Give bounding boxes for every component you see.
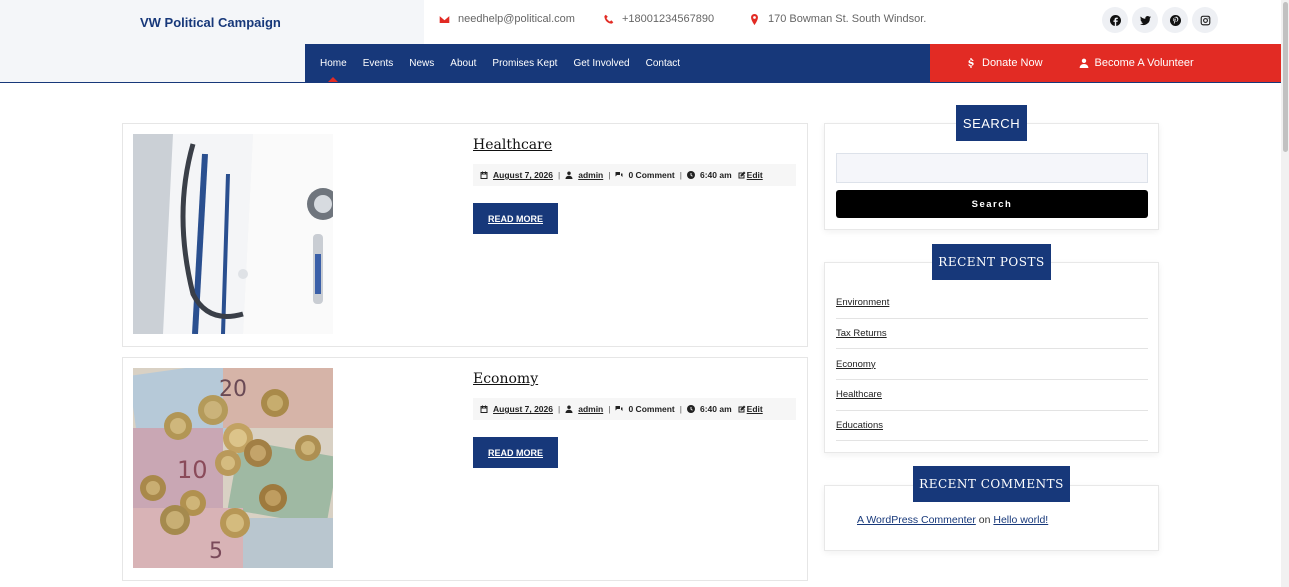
post-date[interactable]: August 7, 2026 xyxy=(493,404,553,414)
site-brand[interactable]: VW Political Campaign xyxy=(140,15,281,30)
nav-item-contact[interactable]: Contact xyxy=(638,44,688,82)
topbar-phone[interactable]: +18001234567890 xyxy=(603,13,714,25)
recent-comment: A WordPress Commenter on Hello world! xyxy=(857,514,1048,526)
post-time: 6:40 am xyxy=(699,404,732,414)
volunteer-label: Become A Volunteer xyxy=(1094,57,1194,69)
recent-comments-title: RECENT COMMENTS xyxy=(913,466,1070,502)
user-icon xyxy=(565,405,573,413)
list-item: Educations xyxy=(836,411,1148,442)
email-text: needhelp@political.com xyxy=(458,13,575,25)
nav-item-news[interactable]: News xyxy=(401,44,442,82)
post-meta: August 7, 2026 | admin | 0 Comment | 6:4… xyxy=(473,398,796,420)
recent-post-link[interactable]: Environment xyxy=(836,297,889,308)
edit-icon xyxy=(738,405,746,413)
twitter-icon[interactable] xyxy=(1132,7,1158,33)
phone-icon xyxy=(604,14,614,24)
address-text: 170 Bowman St. South Windsor. xyxy=(768,13,927,25)
edit-icon xyxy=(738,171,746,179)
svg-text:10: 10 xyxy=(177,456,208,484)
search-input[interactable] xyxy=(836,153,1148,183)
cta-bar: Donate Now Become A Volunteer xyxy=(930,44,1281,82)
list-item: Economy xyxy=(836,349,1148,381)
post-author[interactable]: admin xyxy=(578,170,603,180)
map-marker-icon xyxy=(751,13,758,25)
comments-icon xyxy=(615,406,623,411)
clock-icon xyxy=(686,171,695,179)
meta-separator: | xyxy=(558,170,561,180)
post-comments: 0 Comment xyxy=(628,404,675,414)
nav-item-get-involved[interactable]: Get Involved xyxy=(565,44,637,82)
post-title[interactable]: Healthcare xyxy=(473,137,552,153)
recent-post-link[interactable]: Tax Returns xyxy=(836,328,887,339)
comment-on-text: on xyxy=(978,514,991,526)
facebook-icon[interactable] xyxy=(1102,7,1128,33)
nav-item-promises-kept[interactable]: Promises Kept xyxy=(484,44,565,82)
post-edit-link[interactable]: Edit xyxy=(747,404,763,414)
post-title[interactable]: Economy xyxy=(473,371,538,387)
calendar-icon xyxy=(480,171,488,179)
doctor-stethoscope-image[interactable] xyxy=(133,134,333,334)
read-more-button[interactable]: READ MORE xyxy=(473,437,558,468)
recent-post-link[interactable]: Healthcare xyxy=(836,389,882,400)
recent-post-link[interactable]: Economy xyxy=(836,359,876,370)
nav-item-about[interactable]: About xyxy=(442,44,484,82)
scrollbar-thumb[interactable] xyxy=(1283,2,1288,152)
list-item: Tax Returns xyxy=(836,319,1148,350)
header-divider xyxy=(0,82,1281,83)
read-more-button[interactable]: READ MORE xyxy=(473,203,558,234)
phone-text: +18001234567890 xyxy=(622,13,715,25)
comment-author-link[interactable]: A WordPress Commenter xyxy=(857,514,976,526)
svg-text:20: 20 xyxy=(219,377,247,402)
donate-label: Donate Now xyxy=(982,57,1043,69)
post-edit-link[interactable]: Edit xyxy=(747,170,763,180)
post-author[interactable]: admin xyxy=(578,404,603,414)
post-card: Healthcare August 7, 2026 | admin | 0 Co… xyxy=(122,123,808,347)
envelope-icon xyxy=(439,15,450,23)
donate-button[interactable]: Donate Now xyxy=(966,57,1043,69)
volunteer-button[interactable]: Become A Volunteer xyxy=(1079,57,1194,69)
post-date[interactable]: August 7, 2026 xyxy=(493,170,553,180)
calendar-icon xyxy=(480,405,488,413)
recent-post-link[interactable]: Educations xyxy=(836,420,883,431)
search-button[interactable]: Search xyxy=(836,190,1148,218)
meta-separator: | xyxy=(679,170,682,180)
list-item: Healthcare xyxy=(836,380,1148,411)
post-time: 6:40 am xyxy=(699,170,732,180)
dollar-icon xyxy=(968,58,974,68)
pinterest-icon[interactable] xyxy=(1162,7,1188,33)
post-comments: 0 Comment xyxy=(628,170,675,180)
comments-icon xyxy=(615,172,623,177)
meta-separator: | xyxy=(608,170,611,180)
meta-separator: | xyxy=(608,404,611,414)
recent-posts-list: Environment Tax Returns Economy Healthca… xyxy=(836,288,1148,442)
user-icon xyxy=(1079,58,1088,68)
post-meta: August 7, 2026 | admin | 0 Comment | 6:4… xyxy=(473,164,796,186)
main-nav: Home Events News About Promises Kept Get… xyxy=(305,44,930,82)
user-icon xyxy=(565,171,573,179)
post-card: 20 10 5 Economy August 7, 2026 | admin |… xyxy=(122,357,808,581)
topbar-email[interactable]: needhelp@political.com xyxy=(439,13,575,25)
meta-separator: | xyxy=(558,404,561,414)
nav-item-events[interactable]: Events xyxy=(355,44,402,82)
instagram-icon[interactable] xyxy=(1192,7,1218,33)
topbar-address: 170 Bowman St. South Windsor. xyxy=(749,13,926,25)
search-widget-title: SEARCH xyxy=(956,105,1027,141)
meta-separator: | xyxy=(679,404,682,414)
clock-icon xyxy=(686,405,695,413)
nav-item-home[interactable]: Home xyxy=(312,44,355,82)
euro-coins-banknotes-image[interactable]: 20 10 5 xyxy=(133,368,333,568)
list-item: Environment xyxy=(836,288,1148,319)
recent-posts-title: RECENT POSTS xyxy=(932,244,1051,280)
comment-post-link[interactable]: Hello world! xyxy=(993,514,1048,526)
social-links xyxy=(1102,7,1218,33)
svg-text:5: 5 xyxy=(209,539,223,564)
